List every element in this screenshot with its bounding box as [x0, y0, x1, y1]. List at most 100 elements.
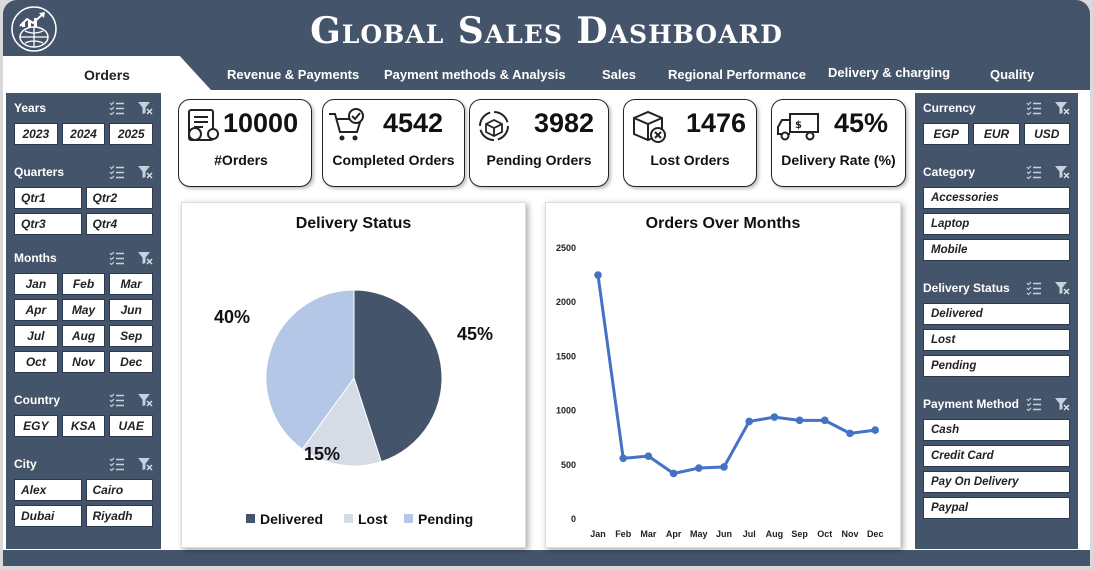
- slicer-item-jul[interactable]: Jul: [14, 325, 58, 347]
- order-list-icon: [188, 109, 219, 141]
- slicer-item-credit-card[interactable]: Credit Card: [923, 445, 1070, 467]
- kpi-value: 4542: [383, 108, 444, 138]
- clear-filter-icon[interactable]: [1054, 165, 1070, 179]
- clear-filter-icon[interactable]: [137, 101, 153, 115]
- delivery-truck-icon: $: [777, 113, 819, 141]
- slicer-item-laptop[interactable]: Laptop: [923, 213, 1070, 235]
- x-tick-label-sep: Sep: [791, 529, 808, 539]
- data-point-oct: [821, 416, 829, 425]
- slicer-item-dubai[interactable]: Dubai: [14, 505, 82, 527]
- slicer-item-egp[interactable]: EGP: [923, 123, 970, 145]
- slicer-item-lost[interactable]: Lost: [923, 329, 1070, 351]
- slicer-item-qtr1[interactable]: Qtr1: [14, 187, 82, 209]
- clear-filter-icon[interactable]: [137, 457, 153, 471]
- multi-select-icon[interactable]: [1026, 281, 1042, 296]
- kpi-label: Delivery Rate (%): [781, 152, 896, 168]
- multi-select-icon[interactable]: [109, 393, 125, 408]
- slicer-item-oct[interactable]: Oct: [14, 351, 58, 373]
- slicer-item-usd[interactable]: USD: [1023, 123, 1070, 145]
- slicer-item-dec[interactable]: Dec: [109, 351, 153, 373]
- slicer-item-jun[interactable]: Jun: [109, 299, 153, 321]
- slicer-item-2025[interactable]: 2025: [109, 123, 153, 145]
- data-point-jun: [720, 463, 728, 471]
- x-tick-label-feb: Feb: [615, 529, 632, 539]
- multi-select-icon[interactable]: [109, 165, 125, 180]
- slicer-item-delivered[interactable]: Delivered: [923, 303, 1070, 325]
- multi-select-icon[interactable]: [1026, 397, 1042, 412]
- delivery-status-chart: Delivery Status 45% 15% 40% Delivered Lost Pe…: [181, 202, 526, 548]
- multi-select-icon[interactable]: [109, 101, 125, 116]
- data-point-apr: [669, 469, 678, 478]
- x-tick-label-oct: Oct: [817, 529, 832, 539]
- slicer-item-aug[interactable]: Aug: [61, 325, 106, 347]
- x-tick-label-jun: Jun: [716, 529, 732, 539]
- slicer-city: City Alex Cairo Dubai Riyadh: [14, 453, 153, 527]
- x-tick-label-mar: Mar: [640, 529, 657, 539]
- tab-quality[interactable]: Quality: [990, 56, 1034, 90]
- cart-check-icon: [329, 108, 364, 141]
- line-chart-svg: 0 500 1000 1500 2000 2500 Jan Feb Mar Apr May Jun Ju…: [556, 243, 884, 539]
- multi-select-icon[interactable]: [109, 251, 125, 266]
- slicer-item-may[interactable]: May: [61, 299, 106, 321]
- slicer-label: Quarters: [14, 165, 65, 179]
- kpi-value: 3982: [534, 108, 595, 138]
- y-tick-label: 0: [571, 514, 576, 524]
- slicer-item-pending[interactable]: Pending: [923, 355, 1070, 377]
- clear-filter-icon[interactable]: [137, 251, 153, 265]
- slicer-item-ksa[interactable]: KSA: [61, 415, 106, 437]
- clear-filter-icon[interactable]: [1054, 101, 1070, 115]
- slicer-item-2023[interactable]: 2023: [14, 123, 58, 145]
- slicer-item-qtr4[interactable]: Qtr4: [85, 213, 153, 235]
- slicer-category: Category Accessories Laptop Mobile: [923, 161, 1070, 261]
- slicer-item-alex[interactable]: Alex: [14, 479, 82, 501]
- slicer-item-apr[interactable]: Apr: [14, 299, 58, 321]
- kpi-value: 45%: [834, 108, 889, 138]
- multi-select-icon[interactable]: [1026, 165, 1042, 180]
- tab-regional-performance[interactable]: Regional Performance: [668, 56, 806, 90]
- slicer-item-sep[interactable]: Sep: [109, 325, 153, 347]
- multi-select-icon[interactable]: [109, 457, 125, 472]
- y-tick-label: 2500: [556, 243, 576, 253]
- slicer-item-nov[interactable]: Nov: [61, 351, 106, 373]
- tab-payment-methods-analysis[interactable]: Payment methods & Analysis: [384, 56, 566, 90]
- slicer-item-mobile[interactable]: Mobile: [923, 239, 1070, 261]
- clear-filter-icon[interactable]: [1054, 397, 1070, 411]
- slicer-item-pay-on-delivery[interactable]: Pay On Delivery: [923, 471, 1070, 493]
- slicer-item-paypal[interactable]: Paypal: [923, 497, 1070, 519]
- slicer-item-uae[interactable]: UAE: [109, 415, 153, 437]
- clear-filter-icon[interactable]: [1054, 281, 1070, 295]
- slicer-label: Currency: [923, 101, 976, 115]
- tab-delivery-charging[interactable]: Delivery & charging: [828, 54, 950, 88]
- slicer-item-egy[interactable]: EGY: [14, 415, 58, 437]
- slicer-item-mar[interactable]: Mar: [109, 273, 153, 295]
- slicer-years: Years 2023 2024 2025: [14, 97, 153, 145]
- clear-filter-icon[interactable]: [137, 393, 153, 407]
- slicer-item-cairo[interactable]: Cairo: [85, 479, 153, 501]
- clear-filter-icon[interactable]: [137, 165, 153, 179]
- orders-over-months-chart: Orders Over Months 0 500 1000 1500 2000 2500 J…: [545, 202, 901, 548]
- kpi-value: 10000: [223, 108, 299, 138]
- slicer-item-feb[interactable]: Feb: [61, 273, 106, 295]
- tab-bar: Orders Revenue & Payments Payment method…: [3, 56, 1090, 90]
- legend-swatch-pending: [404, 514, 413, 523]
- slicer-item-2024[interactable]: 2024: [61, 123, 106, 145]
- pie-chart-svg: 45% 15% 40% Delivered Lost Pending: [214, 289, 493, 527]
- y-tick-label: 500: [561, 460, 576, 470]
- legend-label-delivered: Delivered: [260, 511, 323, 527]
- slicer-item-riyadh[interactable]: Riyadh: [85, 505, 153, 527]
- slicer-item-jan[interactable]: Jan: [14, 273, 58, 295]
- multi-select-icon[interactable]: [1026, 101, 1042, 116]
- slicer-item-qtr2[interactable]: Qtr2: [85, 187, 153, 209]
- x-tick-label-dec: Dec: [867, 529, 884, 539]
- tab-orders[interactable]: Orders: [3, 56, 211, 90]
- slicer-item-qtr3[interactable]: Qtr3: [14, 213, 82, 235]
- slicer-item-cash[interactable]: Cash: [923, 419, 1070, 441]
- tab-sales[interactable]: Sales: [602, 56, 636, 90]
- kpi-orders: 10000 #Orders: [178, 99, 312, 187]
- slicer-item-accessories[interactable]: Accessories: [923, 187, 1070, 209]
- tab-revenue-payments[interactable]: Revenue & Payments: [227, 56, 359, 90]
- kpi-label: #Orders: [214, 152, 268, 168]
- slicer-item-eur[interactable]: EUR: [973, 123, 1020, 145]
- y-tick-label: 2000: [556, 297, 576, 307]
- x-tick-label-may: May: [690, 529, 708, 539]
